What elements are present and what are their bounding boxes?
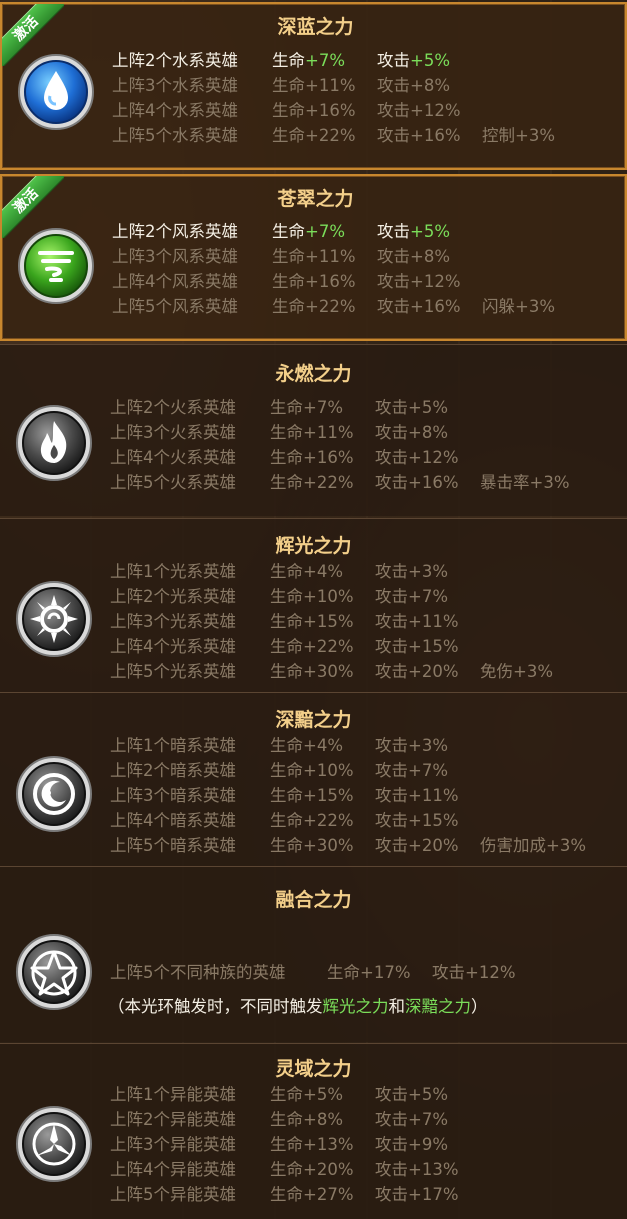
bonus-row: 上阵5个风系英雄 生命+22% 攻击+16% 闪躲+3% xyxy=(112,297,556,316)
bonus-row: 上阵3个火系英雄 生命+11% 攻击+8% xyxy=(110,423,449,442)
bonus-row: 上阵4个火系英雄 生命+16% 攻击+12% xyxy=(110,448,459,467)
flame-icon xyxy=(16,405,92,481)
aura-panel-psionic[interactable]: 灵域之力 上阵1个异能英雄 生命+5% 攻击+5% 上阵2个异能英雄 生命+8% 攻击+… xyxy=(0,1043,627,1219)
bonus-row: 上阵5个光系英雄 生命+30% 攻击+20% 免伤+3% xyxy=(110,662,554,681)
star-icon xyxy=(16,934,92,1010)
aura-title: 灵域之力 xyxy=(275,1058,352,1080)
aura-title: 永燃之力 xyxy=(275,363,352,385)
bonus-row: 上阵5个水系英雄 生命+22% 攻击+16% 控制+3% xyxy=(112,126,556,145)
bonus-row: 上阵2个水系英雄 生命+7% 攻击+5% xyxy=(112,51,451,70)
bonus-row: 上阵5个不同种族的英雄 生命+17% 攻击+12% xyxy=(110,963,516,982)
aura-panel-fire[interactable]: 永燃之力 上阵2个火系英雄 生命+7% 攻击+5% 上阵3个火系英雄 生命+11% 攻击… xyxy=(0,344,627,516)
triskelion-icon xyxy=(16,1106,92,1182)
moon-icon xyxy=(16,756,92,832)
bonus-row: 上阵2个光系英雄 生命+10% 攻击+7% xyxy=(110,587,449,606)
aura-title: 辉光之力 xyxy=(275,535,352,557)
aura-panel-dark[interactable]: 深黯之力 上阵1个暗系英雄 生命+4% 攻击+3% 上阵2个暗系英雄 生命+10% 攻击… xyxy=(0,692,627,866)
aura-title: 深蓝之力 xyxy=(277,16,354,38)
bonus-row: 上阵3个风系英雄 生命+11% 攻击+8% xyxy=(112,247,451,266)
aura-panel-water[interactable]: 深蓝之力 激活 上阵2个水系英雄 生命+7% 攻击+5% 上阵3个水系英雄 生命+11… xyxy=(0,2,627,170)
bonus-row: 上阵4个水系英雄 生命+16% 攻击+12% xyxy=(112,101,461,120)
bonus-row: 上阵4个暗系英雄 生命+22% 攻击+15% xyxy=(110,811,459,830)
bonus-row: 上阵3个水系英雄 生命+11% 攻击+8% xyxy=(112,76,451,95)
water-drop-icon xyxy=(18,54,94,130)
bonus-row: 上阵5个火系英雄 生命+22% 攻击+16% 暴击率+3% xyxy=(110,473,570,492)
note-highlight: 深黯之力 xyxy=(405,997,471,1016)
bonus-row: 上阵1个异能英雄 生命+5% 攻击+5% xyxy=(110,1085,449,1104)
tornado-icon xyxy=(18,228,94,304)
bonus-row: 上阵4个异能英雄 生命+20% 攻击+13% xyxy=(110,1160,459,1179)
aura-panel-fusion[interactable]: 融合之力 上阵5个不同种族的英雄 生命+17% 攻击+12% （本光环触发时，不同时… xyxy=(0,866,627,1042)
bonus-row: 上阵2个风系英雄 生命+7% 攻击+5% xyxy=(112,222,451,241)
bonus-row: 上阵3个光系英雄 生命+15% 攻击+11% xyxy=(110,612,459,631)
aura-title: 融合之力 xyxy=(275,889,352,911)
bonus-row: 上阵5个暗系英雄 生命+30% 攻击+20% 伤害加成+3% xyxy=(110,836,587,855)
aura-panel-wind[interactable]: 苍翠之力 激活 上阵2个风系英雄 生命+7% 攻击+5% 上阵3个风系英雄 生命+11… xyxy=(0,174,627,341)
bonus-row: 上阵3个异能英雄 生命+13% 攻击+9% xyxy=(110,1135,449,1154)
bonus-row: 上阵1个光系英雄 生命+4% 攻击+3% xyxy=(110,562,449,581)
bonus-row: 上阵2个暗系英雄 生命+10% 攻击+7% xyxy=(110,761,449,780)
aura-panel-light[interactable]: 辉光之力 上阵1个光系英雄 生命+4% 攻击+3% 上阵2个光系英雄 生命+10% 攻击… xyxy=(0,518,627,692)
fusion-note: （本光环触发时，不同时触发辉光之力和深黯之力） xyxy=(108,997,488,1016)
aura-title: 苍翠之力 xyxy=(277,188,354,210)
aura-title: 深黯之力 xyxy=(275,709,352,731)
bonus-row: 上阵2个火系英雄 生命+7% 攻击+5% xyxy=(110,398,449,417)
sun-icon xyxy=(16,581,92,657)
bonus-row: 上阵4个光系英雄 生命+22% 攻击+15% xyxy=(110,637,459,656)
bonus-row: 上阵1个暗系英雄 生命+4% 攻击+3% xyxy=(110,736,449,755)
bonus-row: 上阵5个异能英雄 生命+27% 攻击+17% xyxy=(110,1185,459,1204)
bonus-row: 上阵4个风系英雄 生命+16% 攻击+12% xyxy=(112,272,461,291)
bonus-row: 上阵3个暗系英雄 生命+15% 攻击+11% xyxy=(110,786,459,805)
note-highlight: 辉光之力 xyxy=(322,997,389,1016)
bonus-row: 上阵2个异能英雄 生命+8% 攻击+7% xyxy=(110,1110,449,1129)
